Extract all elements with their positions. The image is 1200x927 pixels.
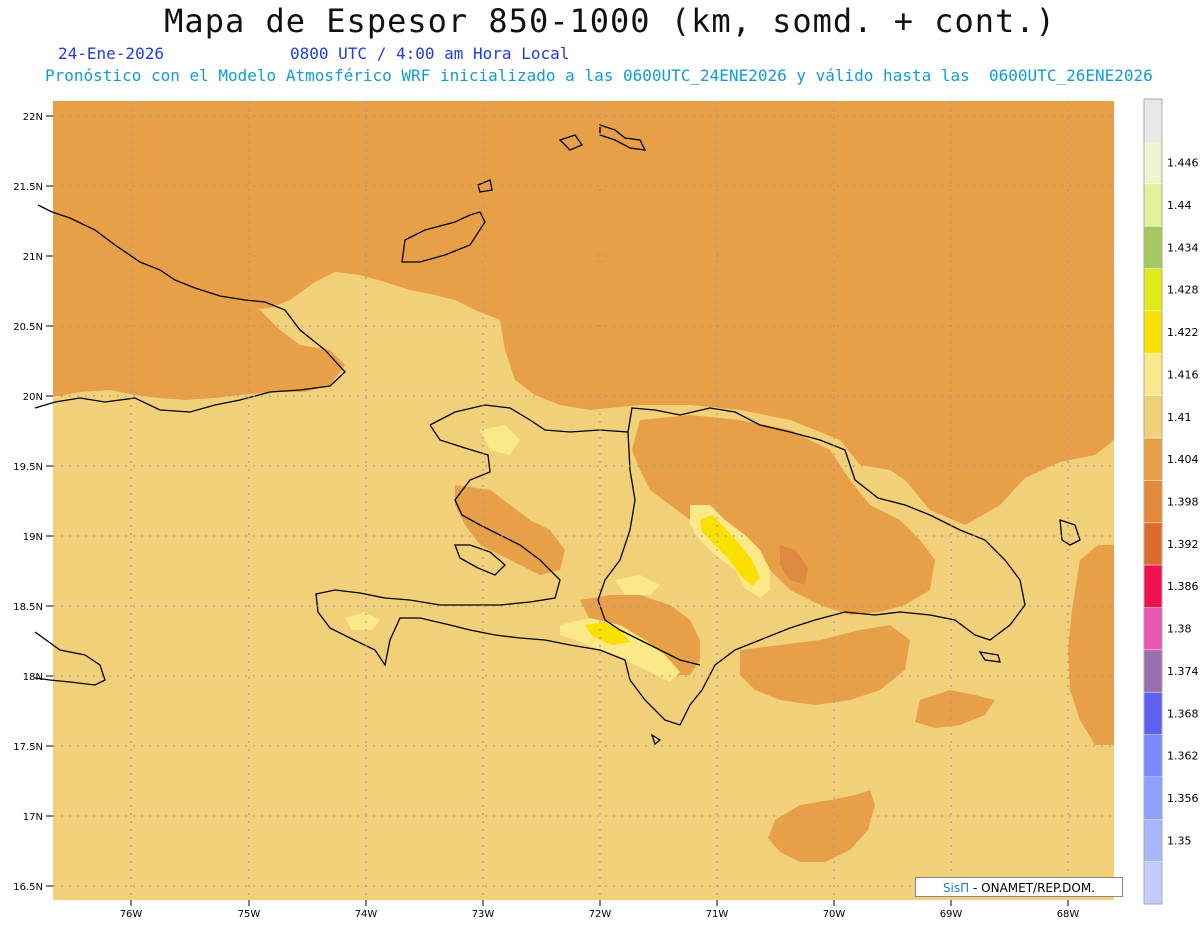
lon-label: 74W xyxy=(355,909,378,920)
colorbar-label: 1.422 xyxy=(1167,326,1199,339)
lat-label: 20N xyxy=(23,392,43,403)
colorbar: 1.35 1.356 1.362 1.368 1.374 1.38 1.386 1.392 1.… xyxy=(1143,98,1199,905)
lon-label: 72W xyxy=(589,909,612,920)
colorbar-segment xyxy=(1144,480,1162,524)
lon-label: 75W xyxy=(238,909,261,920)
colorbar-segment xyxy=(1144,522,1162,566)
lon-label: 70W xyxy=(823,909,846,920)
colorbar-label: 1.404 xyxy=(1167,453,1199,466)
thickness-map: 22N 21.5N 21N 20.5N 20N 19.5N 19N 18.5N … xyxy=(13,98,1199,920)
colorbar-segment xyxy=(1144,99,1162,142)
lat-label: 19.5N xyxy=(13,462,43,473)
colorbar-segment xyxy=(1144,607,1162,651)
colorbar-label: 1.38 xyxy=(1167,623,1192,636)
colorbar-segment xyxy=(1144,437,1162,481)
colorbar-label: 1.446 xyxy=(1167,157,1199,170)
lat-label: 17N xyxy=(23,812,43,823)
lon-label: 76W xyxy=(120,909,143,920)
colorbar-label: 1.44 xyxy=(1167,199,1192,212)
colorbar-label: 1.374 xyxy=(1167,665,1199,678)
colorbar-label: 1.428 xyxy=(1167,284,1199,297)
colorbar-segment xyxy=(1144,861,1162,905)
colorbar-segment xyxy=(1144,226,1162,269)
colorbar-segment xyxy=(1144,649,1162,693)
colorbar-segment xyxy=(1144,268,1162,312)
lat-label: 19N xyxy=(23,532,43,543)
lat-label: 22N xyxy=(23,112,43,123)
colorbar-segment xyxy=(1144,565,1162,608)
colorbar-segment xyxy=(1144,776,1162,820)
colorbar-segment xyxy=(1144,692,1162,736)
sispi-logo: SisΠ xyxy=(942,881,970,895)
colorbar-label: 1.416 xyxy=(1167,368,1199,381)
colorbar-label: 1.392 xyxy=(1167,538,1199,551)
lat-label: 18N xyxy=(23,672,43,683)
colorbar-label: 1.434 xyxy=(1167,241,1199,254)
colorbar-segment xyxy=(1144,141,1162,185)
lat-label: 17.5N xyxy=(13,742,43,753)
colorbar-label: 1.35 xyxy=(1167,834,1192,847)
lat-label: 18.5N xyxy=(13,602,43,613)
colorbar-label: 1.41 xyxy=(1167,411,1192,424)
lon-label: 69W xyxy=(940,909,963,920)
colorbar-segment xyxy=(1144,734,1162,778)
credit-text: - ONAMET/REP.DOM. xyxy=(973,881,1096,895)
colorbar-segment xyxy=(1144,310,1162,354)
colorbar-label: 1.398 xyxy=(1167,496,1199,509)
lat-label: 21N xyxy=(23,252,43,263)
colorbar-label: 1.362 xyxy=(1167,750,1199,763)
colorbar-label: 1.356 xyxy=(1167,792,1199,805)
lon-label: 68W xyxy=(1057,909,1080,920)
lon-axis: 76W 75W 74W 73W 72W 71W 70W 69W 68W xyxy=(120,900,1080,920)
colorbar-segment xyxy=(1144,819,1162,863)
colorbar-segment xyxy=(1144,395,1162,439)
lat-axis: 22N 21.5N 21N 20.5N 20N 19.5N 19N 18.5N … xyxy=(13,112,53,893)
credit-box: SisΠ - ONAMET/REP.DOM. xyxy=(915,877,1123,897)
colorbar-segment xyxy=(1144,183,1162,227)
lon-label: 71W xyxy=(706,909,729,920)
lat-label: 20.5N xyxy=(13,322,43,333)
lon-label: 73W xyxy=(472,909,495,920)
colorbar-label: 1.368 xyxy=(1167,707,1199,720)
colorbar-segment xyxy=(1144,353,1162,397)
lat-label: 16.5N xyxy=(13,882,43,893)
colorbar-label: 1.386 xyxy=(1167,580,1199,593)
lat-label: 21.5N xyxy=(13,182,43,193)
